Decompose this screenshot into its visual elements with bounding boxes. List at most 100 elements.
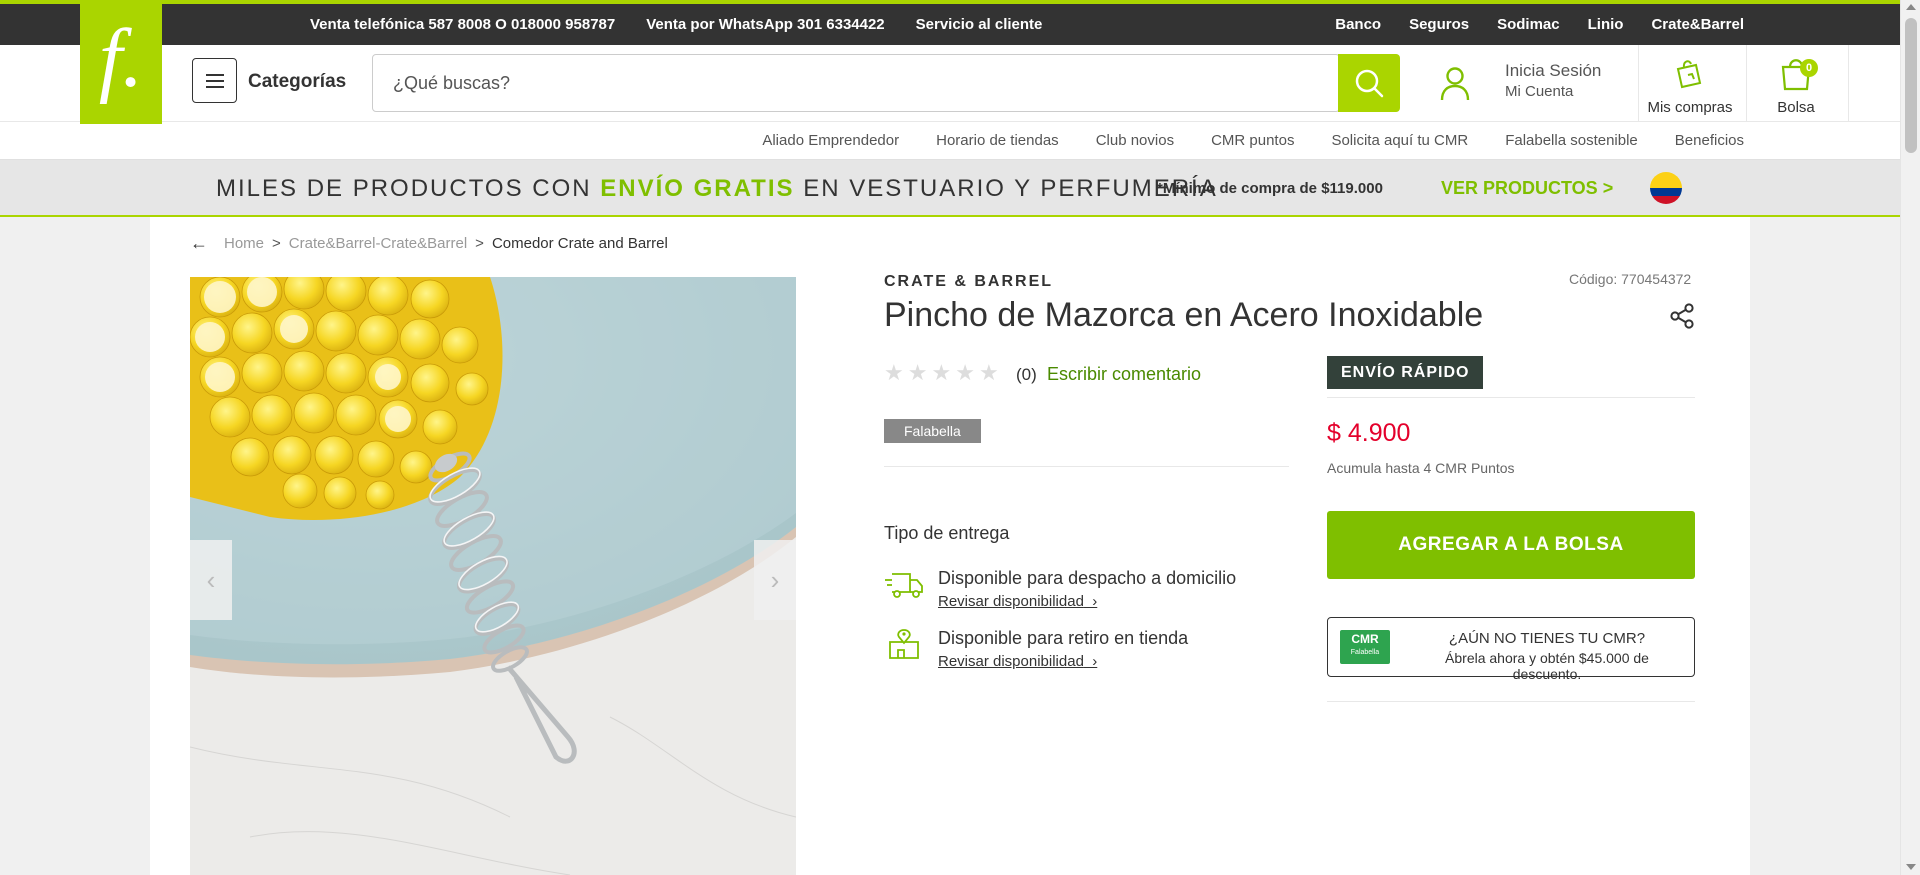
cmr-description: Ábrela ahora y obtén $45.000 de descuent… — [1445, 650, 1649, 682]
promo-banner[interactable]: MILES DE PRODUCTOS CON ENVÍO GRATIS EN V… — [0, 160, 1900, 217]
group-link-crate-barrel[interactable]: Crate&Barrel — [1651, 16, 1744, 33]
rating-stars: ★ ★ ★ ★ ★ — [884, 362, 999, 384]
nav-aliado-emprendedor[interactable]: Aliado Emprendedor — [762, 132, 899, 149]
store-pickup-label: Disponible para retiro en tienda — [938, 628, 1189, 648]
home-delivery-check-text: Revisar disponibilidad — [938, 593, 1084, 610]
group-links: Banco Seguros Sodimac Linio Crate&Barrel — [1335, 4, 1744, 45]
contact-links: Venta telefónica 587 8008 O 018000 95878… — [310, 4, 1042, 45]
banner-cta-link[interactable]: VER PRODUCTOS > — [1441, 178, 1613, 199]
cmr-question: ¿AÚN NO TIENES TU CMR? — [1448, 630, 1646, 647]
divider — [1638, 45, 1639, 122]
menu-icon — [205, 73, 224, 76]
review-count: (0) — [1016, 365, 1037, 384]
my-purchases-label: Mis compras — [1647, 99, 1733, 116]
cmr-logo: CMR Falabella — [1340, 630, 1390, 664]
nav-beneficios[interactable]: Beneficios — [1675, 132, 1744, 149]
cmr-promo[interactable]: CMR Falabella ¿AÚN NO TIENES TU CMR? Ábr… — [1327, 617, 1695, 682]
store-pickup-check-text: Revisar disponibilidad — [938, 653, 1084, 670]
group-link-linio[interactable]: Linio — [1588, 16, 1624, 33]
group-link-banco[interactable]: Banco — [1335, 16, 1381, 33]
nav-falabella-sostenible[interactable]: Falabella sostenible — [1505, 132, 1638, 149]
page-scrollbar[interactable] — [1900, 0, 1920, 875]
logo-glyph: f. — [98, 12, 144, 105]
share-icon[interactable] — [1668, 302, 1696, 330]
star-icon: ★ — [978, 360, 999, 385]
banner-text-before: MILES DE PRODUCTOS CON — [216, 175, 592, 202]
back-arrow-icon[interactable]: ← — [190, 233, 208, 254]
product-sku: Código: 770454372 — [1569, 271, 1692, 287]
categories-label[interactable]: Categorías — [248, 71, 346, 93]
scrollbar-thumb[interactable] — [1905, 18, 1917, 153]
my-purchases-link[interactable]: Mis compras — [1640, 55, 1740, 116]
corn-skewer-illustration — [190, 277, 796, 875]
home-delivery-label: Disponible para despacho a domicilio — [938, 568, 1237, 588]
banner-headline: MILES DE PRODUCTOS CON ENVÍO GRATIS EN V… — [216, 175, 1218, 203]
search-box — [372, 54, 1340, 112]
store-pin-icon — [889, 629, 919, 659]
user-icon[interactable] — [1440, 66, 1470, 102]
gallery-prev-button[interactable]: ‹ — [190, 540, 232, 620]
shopping-bags-icon — [1676, 60, 1702, 89]
product-image[interactable]: ‹ › — [190, 277, 796, 875]
bag-count-badge: 0 — [1800, 59, 1818, 77]
customer-service-link[interactable]: Servicio al cliente — [916, 16, 1043, 33]
divider — [1746, 45, 1747, 122]
chevron-left-icon: ‹ — [206, 564, 216, 595]
breadcrumb-home[interactable]: Home — [224, 235, 264, 252]
menu-icon — [205, 85, 224, 88]
cmr-logo-bottom: Falabella — [1350, 649, 1380, 656]
categories-menu-button[interactable] — [192, 58, 237, 103]
top-utility-bar: Venta telefónica 587 8008 O 018000 95878… — [0, 0, 1900, 45]
home-delivery-check-link[interactable]: Revisar disponibilidad › — [938, 593, 1097, 610]
product-brand[interactable]: CRATE & BARREL — [884, 273, 1053, 291]
login-link[interactable]: Inicia Sesión Mi Cuenta — [1505, 61, 1601, 100]
product-price: $ 4.900 — [1327, 419, 1411, 447]
divider — [1848, 45, 1849, 122]
banner-highlight: ENVÍO GRATIS — [600, 175, 795, 202]
whatsapp-sales-link[interactable]: Venta por WhatsApp 301 6334422 — [646, 16, 884, 33]
phone-sales-link[interactable]: Venta telefónica 587 8008 O 018000 95878… — [310, 16, 615, 33]
breadcrumb-separator: > — [272, 235, 281, 252]
breadcrumb-current: Comedor Crate and Barrel — [491, 235, 668, 252]
star-icon: ★ — [955, 360, 975, 385]
group-link-sodimac[interactable]: Sodimac — [1497, 16, 1560, 33]
gallery-next-button[interactable]: › — [754, 540, 796, 620]
scroll-down-icon[interactable] — [1906, 864, 1916, 870]
seller-badge: Falabella — [884, 419, 981, 443]
cmr-points: Acumula hasta 4 CMR Puntos — [1327, 460, 1515, 476]
breadcrumb: ← Home > Crate&Barrel-Crate&Barrel > Com… — [190, 233, 668, 254]
search-button[interactable] — [1338, 54, 1400, 112]
breadcrumb-separator: > — [475, 235, 484, 252]
divider — [1327, 397, 1695, 398]
add-to-bag-button[interactable]: AGREGAR A LA BOLSA — [1327, 511, 1695, 579]
cmr-logo-top: CMR — [1351, 632, 1379, 646]
nav-horario-tiendas[interactable]: Horario de tiendas — [936, 132, 1059, 149]
breadcrumb-brand[interactable]: Crate&Barrel-Crate&Barrel — [289, 235, 467, 252]
scroll-up-icon[interactable] — [1906, 4, 1916, 10]
nav-club-novios[interactable]: Club novios — [1096, 132, 1174, 149]
nav-cmr-puntos[interactable]: CMR puntos — [1211, 132, 1294, 149]
login-label: Inicia Sesión — [1505, 61, 1602, 80]
group-link-seguros[interactable]: Seguros — [1409, 16, 1469, 33]
secondary-nav: Aliado Emprendedor Horario de tiendas Cl… — [0, 122, 1900, 160]
divider — [1327, 701, 1695, 702]
bag-link[interactable]: 0 Bolsa — [1760, 55, 1832, 116]
search-input[interactable] — [373, 55, 1338, 111]
colombia-flag-icon — [1650, 172, 1682, 204]
write-review-link[interactable]: Escribir comentario — [1047, 364, 1201, 385]
fast-shipping-badge: ENVÍO RÁPIDO — [1327, 356, 1484, 389]
main-header: Categorías Inicia Sesión Mi Cuenta Mis c… — [0, 45, 1900, 122]
menu-icon — [205, 79, 224, 82]
falabella-logo[interactable]: f. — [80, 0, 162, 124]
bag-label: Bolsa — [1777, 99, 1815, 116]
truck-icon — [885, 573, 923, 598]
banner-text-after: EN VESTUARIO Y PERFUMERÍA — [803, 175, 1218, 202]
divider — [884, 466, 1289, 467]
star-icon: ★ — [931, 360, 952, 385]
store-pickup-check-link[interactable]: Revisar disponibilidad › — [938, 653, 1097, 670]
search-icon — [1355, 69, 1384, 98]
banner-minimum: *Mínimo de compra de $119.000 — [1157, 180, 1383, 197]
star-icon: ★ — [907, 360, 928, 385]
product-title: Pincho de Mazorca en Acero Inoxidable — [884, 296, 1484, 334]
nav-solicita-cmr[interactable]: Solicita aquí tu CMR — [1331, 132, 1468, 149]
